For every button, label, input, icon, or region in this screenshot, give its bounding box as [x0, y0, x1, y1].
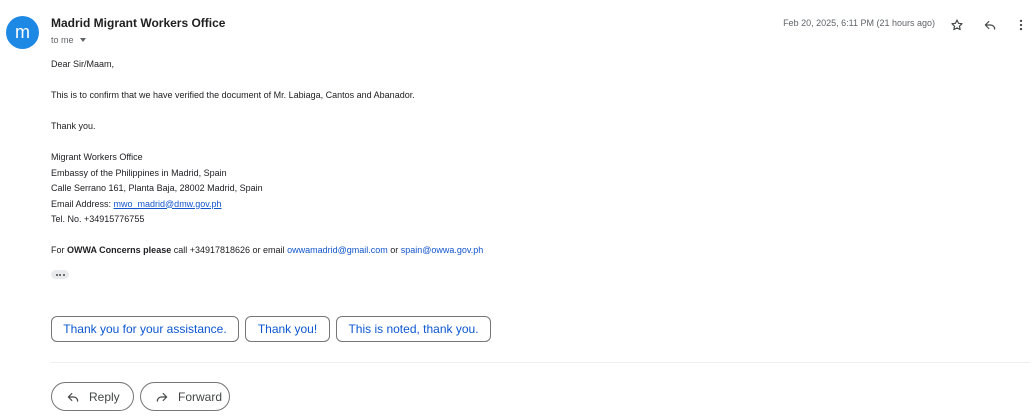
reply-icon [984, 20, 996, 30]
recipient-details-toggle[interactable]: to me [51, 35, 86, 45]
greeting: Dear Sir/Maam, [51, 59, 115, 69]
reply-icon [67, 392, 79, 402]
star-icon [951, 19, 963, 31]
chevron-down-icon [79, 38, 86, 42]
avatar-initial: m [15, 22, 30, 42]
owwa-prefix: For [51, 245, 68, 255]
email-date: Feb 20, 2025, 6:11 PM (21 hours ago) [783, 18, 935, 28]
sender-avatar[interactable]: m [6, 16, 39, 49]
owwa-or: or [387, 245, 401, 255]
email-address-label: Email Address: [51, 198, 114, 209]
smart-reply-1[interactable]: Thank you for your assistance. [51, 316, 239, 342]
divider [51, 362, 1030, 363]
forward-label: Forward [178, 389, 223, 404]
thanks-text: Thank you. [51, 121, 96, 131]
star-button[interactable] [948, 16, 966, 34]
signature-email-line: Email Address: mwo_madrid@dmw.gov.ph [51, 197, 483, 213]
owwa-email-link-2[interactable]: spain@owwa.gov.ph [401, 245, 484, 255]
owwa-middle: call +34917818626 or email [171, 245, 288, 255]
signature-line-1: Migrant Workers Office [51, 152, 143, 162]
signature-tel: Tel. No. +34915776755 [51, 214, 145, 224]
owwa-bold: OWWA Concerns please [67, 245, 172, 255]
confirmation-text: This is to confirm that we have verified… [51, 90, 415, 100]
show-trimmed-content-button[interactable] [51, 270, 69, 279]
forward-button[interactable]: Forward [140, 382, 230, 411]
more-options-button[interactable] [1012, 16, 1030, 34]
signature-line-3: Calle Serrano 161, Planta Baja, 28002 Ma… [51, 183, 263, 193]
owwa-email-link-1[interactable]: owwamadrid@gmail.com [287, 245, 388, 255]
reply-button[interactable]: Reply [51, 382, 134, 411]
reply-header-button[interactable] [981, 16, 999, 34]
smart-reply-2[interactable]: Thank you! [245, 316, 330, 342]
email-body: Dear Sir/Maam, This is to confirm that w… [51, 57, 483, 259]
owwa-line: For OWWA Concerns please call +349178186… [51, 243, 483, 259]
mwo-email-link[interactable]: mwo_madrid@dmw.gov.ph [114, 199, 222, 209]
smart-reply-3[interactable]: This is noted, thank you. [336, 316, 491, 342]
reply-label: Reply [89, 389, 120, 404]
sender-name[interactable]: Madrid Migrant Workers Office [51, 16, 225, 30]
recipient-label: to me [51, 35, 74, 45]
forward-icon [156, 392, 168, 402]
more-vert-icon [1019, 19, 1023, 31]
ellipsis-icon [55, 273, 58, 276]
signature-line-2: Embassy of the Philippines in Madrid, Sp… [51, 167, 227, 178]
